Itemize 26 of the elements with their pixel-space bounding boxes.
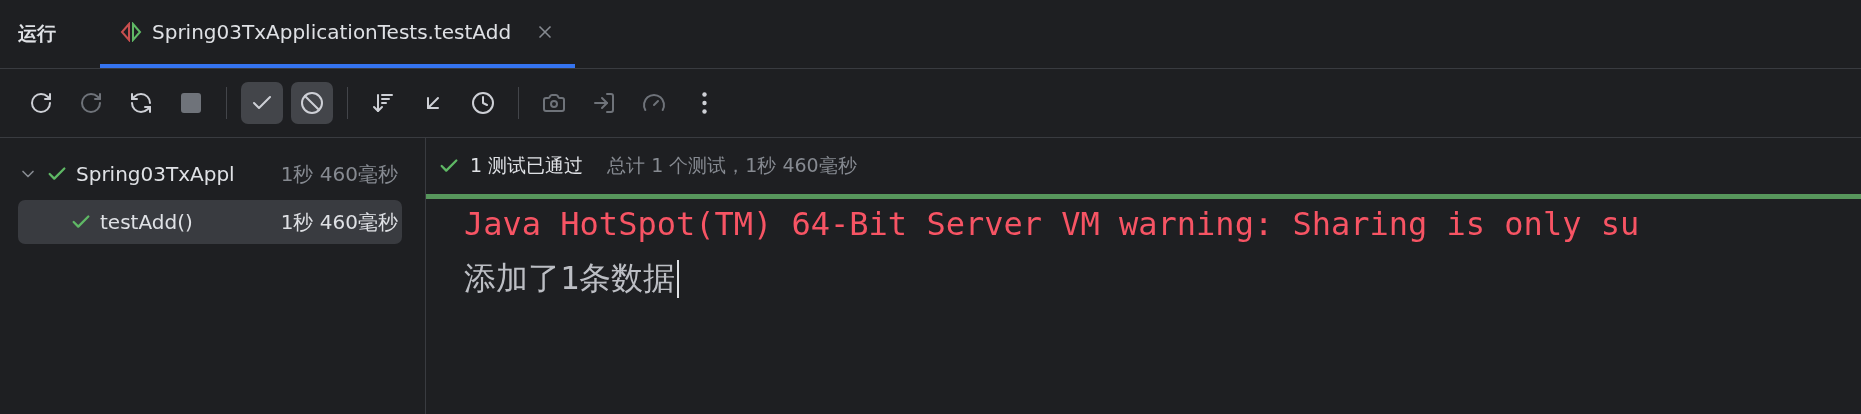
camera-icon — [542, 91, 566, 115]
rerun-icon — [79, 91, 103, 115]
refresh-icon — [129, 91, 153, 115]
show-ignored-button[interactable] — [291, 82, 333, 124]
test-status: 1 测试已通过 — [470, 153, 584, 178]
more-icon — [701, 92, 707, 114]
text-cursor — [677, 260, 680, 298]
console-line: Java HotSpot(TM) 64-Bit Server VM warning: Sharing is only su — [464, 205, 1640, 243]
show-passed-button[interactable] — [241, 82, 283, 124]
sort-icon — [371, 91, 395, 115]
test-duration: 1秒 460毫秒 — [280, 160, 399, 188]
test-name: testAdd() — [100, 210, 193, 234]
test-summary: 总计 1 个测试，1秒 460毫秒 — [607, 153, 857, 178]
run-tab[interactable]: Spring03TxApplicationTests.testAdd — [100, 0, 576, 68]
ban-icon — [300, 91, 324, 115]
tree-item[interactable]: Spring03TxAppl 1秒 460毫秒 — [18, 152, 402, 196]
stop-icon — [179, 91, 203, 115]
clock-icon — [471, 91, 495, 115]
tree-item[interactable]: testAdd() 1秒 460毫秒 — [18, 200, 402, 244]
console-line: 添加了1条数据 — [464, 258, 676, 299]
test-duration: 1秒 460毫秒 — [280, 208, 399, 236]
test-name: Spring03TxAppl — [76, 162, 235, 186]
login-icon — [592, 91, 616, 115]
test-icon — [120, 22, 142, 42]
panel-title: 运行 — [18, 21, 56, 46]
rerun-icon — [29, 91, 53, 115]
